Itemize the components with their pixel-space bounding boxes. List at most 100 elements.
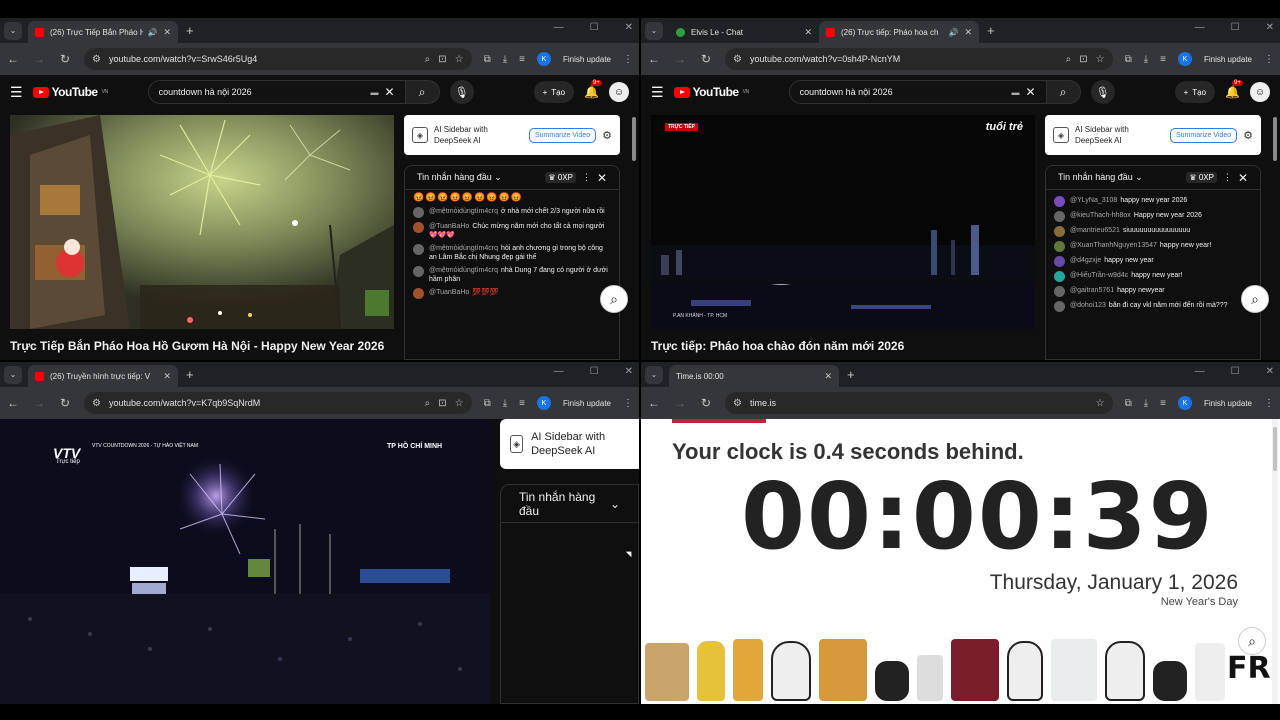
reload-icon[interactable]: ↻ <box>699 52 713 66</box>
video-player[interactable]: TRỰC TIẾP tuổi trẻ P.AN KHÁNH - TP. HCM <box>651 115 1035 329</box>
menu-kebab-icon[interactable]: ⋮ <box>623 54 633 65</box>
profile-avatar[interactable]: K <box>1177 52 1192 66</box>
search-button[interactable]: ⌕ <box>405 80 440 104</box>
finish-update-button[interactable]: Finish update <box>1204 55 1252 64</box>
bookmark-star-icon[interactable]: ☆ <box>455 54 464 65</box>
speaker-icon[interactable]: 🔊 <box>147 28 157 37</box>
page-scrollbar[interactable] <box>1272 419 1278 704</box>
video-player[interactable] <box>10 115 394 329</box>
address-bar[interactable]: ⚙ youtube.com/watch?v=K7qb9SqNrdM ⌕ ⊡ ☆ <box>84 392 472 414</box>
youtube-logo[interactable]: YouTube VN <box>32 85 108 99</box>
reading-list-icon[interactable]: ≡ <box>519 54 525 65</box>
keyboard-icon[interactable]: ▬ <box>371 88 379 97</box>
minimize-icon[interactable]: — <box>554 366 564 377</box>
finish-update-button[interactable]: Finish update <box>563 55 611 64</box>
install-icon[interactable]: ⊡ <box>1079 54 1087 65</box>
reading-list-icon[interactable]: ≡ <box>519 398 525 409</box>
minimize-icon[interactable]: — <box>554 22 564 33</box>
site-info-icon[interactable]: ⚙ <box>92 54 101 65</box>
reload-icon[interactable]: ↻ <box>699 396 713 410</box>
profile-avatar[interactable]: K <box>536 396 551 410</box>
close-chat-icon[interactable]: ✕ <box>597 171 607 185</box>
bookmark-star-icon[interactable]: ☆ <box>1096 54 1105 65</box>
zoom-icon[interactable]: ⌕ <box>425 54 431 65</box>
voice-search-button[interactable]: 🎙 <box>449 80 474 104</box>
create-button[interactable]: + Tạo <box>533 81 575 103</box>
chat-mode-dropdown[interactable]: Tin nhắn hàng đầu ⌄ <box>1058 172 1180 183</box>
xp-badge[interactable]: ♛ 0XP <box>545 172 576 183</box>
chat-mode-dropdown[interactable]: Tin nhắn hàng đầu ⌄ <box>501 485 638 523</box>
tab-elvis-chat[interactable]: Elvis Le - Chat ✕ <box>669 21 819 43</box>
back-icon[interactable]: ← <box>6 52 20 66</box>
back-icon[interactable]: ← <box>6 396 20 410</box>
page-scrollbar[interactable] <box>1272 109 1278 360</box>
extensions-icon[interactable]: ⧉ <box>1125 54 1132 65</box>
bookmark-star-icon[interactable]: ☆ <box>1096 398 1105 409</box>
clear-search-icon[interactable]: ✕ <box>1026 85 1036 99</box>
finish-update-button[interactable]: Finish update <box>1204 399 1252 408</box>
back-icon[interactable]: ← <box>647 396 661 410</box>
close-window-icon[interactable]: ✕ <box>625 366 633 377</box>
keyboard-icon[interactable]: ▬ <box>1012 88 1020 97</box>
site-info-icon[interactable]: ⚙ <box>92 398 101 409</box>
search-input[interactable]: countdown hà nội 2026 ▬ ✕ <box>788 80 1047 104</box>
maximize-icon[interactable]: ☐ <box>1231 22 1240 33</box>
close-tab-icon[interactable]: ✕ <box>824 371 832 382</box>
lens-search-icon[interactable]: ⌕ <box>1241 285 1269 313</box>
tab-search-button[interactable]: ⌄ <box>4 365 22 384</box>
create-button[interactable]: + Tạo <box>1174 81 1216 103</box>
back-icon[interactable]: ← <box>647 52 661 66</box>
zoom-icon[interactable]: ⌕ <box>1066 54 1072 65</box>
tab-search-button[interactable]: ⌄ <box>645 21 663 40</box>
speaker-icon[interactable]: 🔊 <box>948 28 958 37</box>
new-tab-button[interactable]: + <box>847 367 855 382</box>
download-icon[interactable]: ⤓ <box>1144 54 1148 65</box>
address-bar[interactable]: ⚙ youtube.com/watch?v=SrwS46r5Ug4 ⌕ ⊡ ☆ <box>84 48 472 70</box>
close-tab-icon[interactable]: ✕ <box>163 371 171 382</box>
close-window-icon[interactable]: ✕ <box>625 22 633 33</box>
summarize-video-button[interactable]: Summarize Video <box>529 127 597 143</box>
profile-avatar[interactable]: K <box>536 52 551 66</box>
tab-search-button[interactable]: ⌄ <box>4 21 22 40</box>
site-info-icon[interactable]: ⚙ <box>733 54 742 65</box>
tab-timeis[interactable]: Time.is 00:00 ✕ <box>669 365 839 431</box>
close-tab-icon[interactable]: ✕ <box>964 27 972 38</box>
download-icon[interactable]: ⤓ <box>1144 398 1148 409</box>
reload-icon[interactable]: ↻ <box>58 52 72 66</box>
close-window-icon[interactable]: ✕ <box>1266 22 1274 33</box>
reload-icon[interactable]: ↻ <box>58 396 72 410</box>
search-button[interactable]: ⌕ <box>1046 80 1081 104</box>
finish-update-button[interactable]: Finish update <box>563 399 611 408</box>
tab-youtube-2[interactable]: (26) Trực tiếp: Pháo hoa ch 🔊 ✕ <box>819 21 979 43</box>
extensions-icon[interactable]: ⧉ <box>484 398 491 409</box>
maximize-icon[interactable]: ☐ <box>590 22 599 33</box>
close-window-icon[interactable]: ✕ <box>1266 366 1274 377</box>
tab-youtube-1[interactable]: (26) Trực Tiếp Bắn Pháo Hoa 🔊 ✕ <box>28 21 178 43</box>
clear-search-icon[interactable]: ✕ <box>385 85 395 99</box>
maximize-icon[interactable]: ☐ <box>1231 366 1240 377</box>
gear-icon[interactable]: ⚙ <box>1243 129 1253 142</box>
reading-list-icon[interactable]: ≡ <box>1160 398 1166 409</box>
close-tab-icon[interactable]: ✕ <box>163 27 171 38</box>
download-icon[interactable]: ⤓ <box>503 54 507 65</box>
chat-mode-dropdown[interactable]: Tin nhắn hàng đầu ⌄ <box>417 172 539 183</box>
hamburger-icon[interactable]: ☰ <box>651 84 664 101</box>
summarize-video-button[interactable]: Summarize Video <box>1170 127 1238 143</box>
minimize-icon[interactable]: — <box>1195 22 1205 33</box>
youtube-logo[interactable]: YouTube VN <box>673 85 749 99</box>
account-avatar[interactable]: ☺ <box>1250 82 1270 102</box>
menu-kebab-icon[interactable]: ⋮ <box>1264 398 1274 409</box>
maximize-icon[interactable]: ☐ <box>590 366 599 377</box>
download-icon[interactable]: ⤓ <box>503 398 507 409</box>
bookmark-star-icon[interactable]: ☆ <box>455 398 464 409</box>
page-scrollbar[interactable] <box>631 109 637 360</box>
new-tab-button[interactable]: + <box>186 23 194 38</box>
tab-youtube-3[interactable]: (26) Truyền hình trực tiếp: V ✕ <box>28 365 178 387</box>
forward-icon[interactable]: → <box>673 396 687 410</box>
chat-menu-icon[interactable]: ⋮ <box>1223 172 1232 183</box>
scrollbar-thumb[interactable] <box>1273 117 1277 161</box>
search-input[interactable]: countdown hà nội 2026 ▬ ✕ <box>147 80 406 104</box>
zoom-icon[interactable]: ⌕ <box>425 398 431 409</box>
extensions-icon[interactable]: ⧉ <box>1125 398 1132 409</box>
menu-kebab-icon[interactable]: ⋮ <box>1264 54 1274 65</box>
